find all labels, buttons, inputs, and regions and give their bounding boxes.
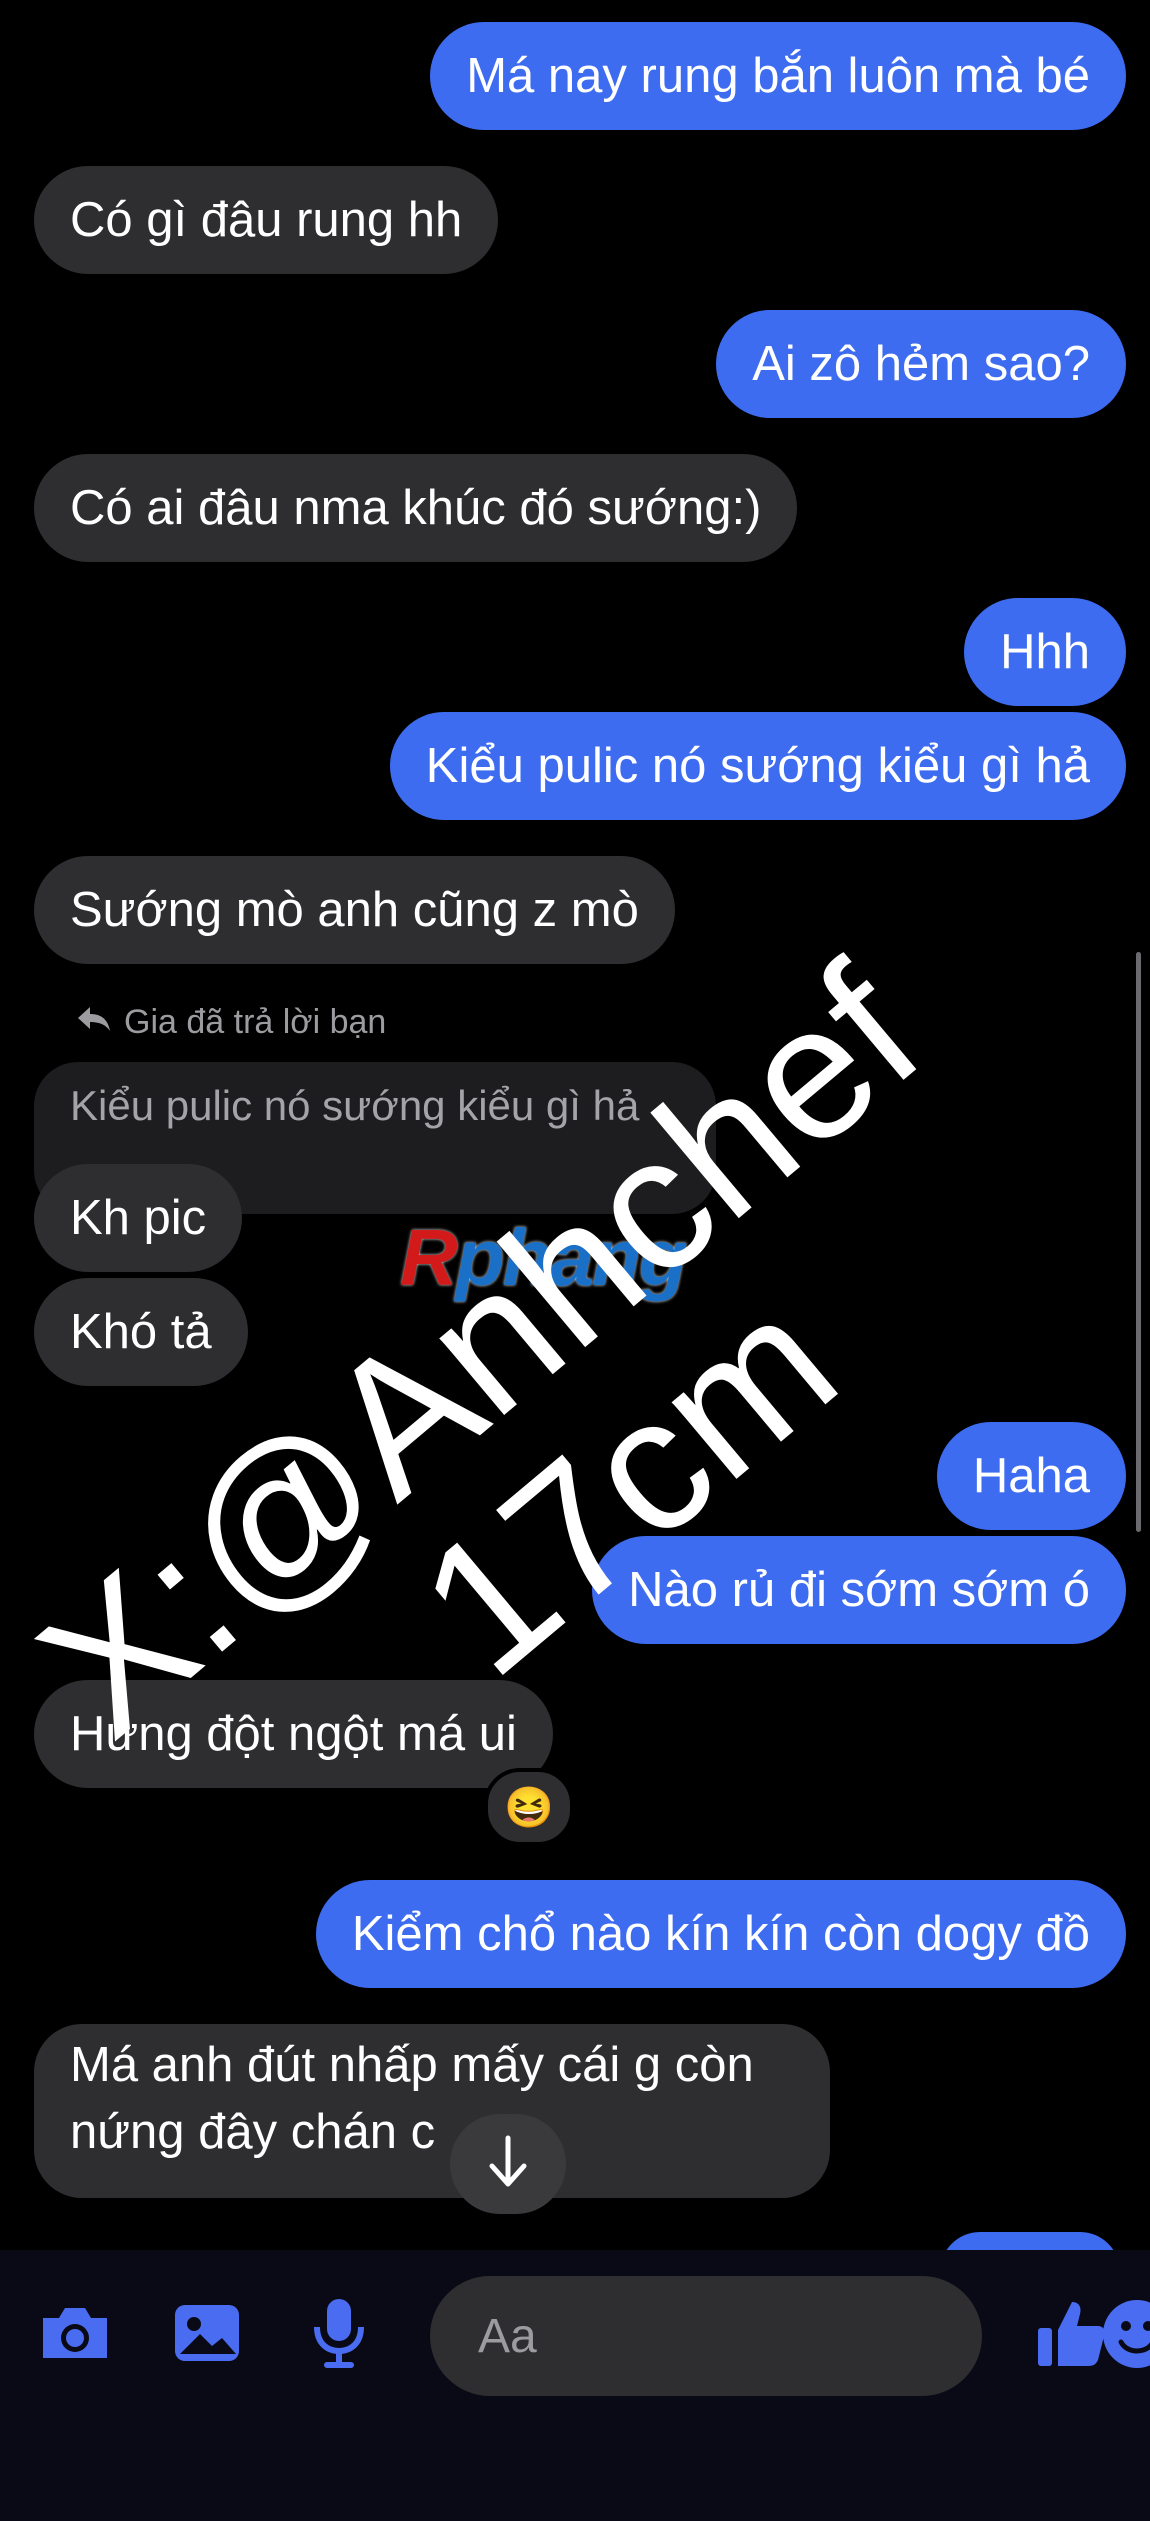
message-bubble-incoming[interactable]: Khó tả [34,1278,248,1386]
gallery-button[interactable] [162,2290,252,2380]
reply-indicator: Gia đã trả lời bạn [76,1003,386,1042]
message-thread[interactable]: Má nay rung bắn luôn mà bé Có gì đâu run… [0,0,1150,2250]
microphone-icon [311,2297,367,2374]
message-bubble-incoming[interactable]: Hứng đột ngột má ui [34,1680,553,1788]
message-bubble-outgoing[interactable]: Má nay rung bắn luôn mà bé [430,22,1126,130]
message-bubble-outgoing[interactable]: Haha [936,1422,1126,1530]
camera-icon [37,2302,113,2369]
message-input[interactable] [476,2307,1101,2365]
watermark-logo: Rphang [400,1213,688,1302]
message-bubble-outgoing[interactable]: Kiểm chổ nào kín kín còn dogy đồ [315,1880,1126,1988]
message-bubble-outgoing[interactable]: Kiểu pulic nó sướng kiểu gì hả [389,712,1126,820]
message-input-wrapper [430,2276,1150,2396]
message-bubble-incoming[interactable]: Sướng mò anh cũng z mò [34,856,675,964]
voice-button[interactable] [294,2290,384,2380]
message-bubble-incoming[interactable]: Có ai đâu nma khúc đó sướng:) [34,454,798,562]
message-bubble-incoming[interactable]: Má anh đút nhấp mấy cái g còn nứng đây c… [34,2024,830,2198]
like-button[interactable] [1026,2290,1116,2380]
camera-button[interactable] [30,2290,120,2380]
reply-arrow-icon [76,1003,112,1042]
reply-meta-text: Gia đã trả lời bạn [124,1003,387,1041]
message-bubble-outgoing-partial[interactable] [940,2232,1120,2250]
arrow-down-icon [484,2134,532,2195]
scrollbar[interactable] [1136,952,1141,1532]
composer-bar [0,2250,1150,2521]
message-bubble-incoming[interactable]: Có gì đâu rung hh [34,166,499,274]
scroll-to-bottom-button[interactable] [450,2114,566,2214]
reaction-badge[interactable]: 😆 [484,1768,574,1846]
message-bubble-outgoing[interactable]: Hhh [964,598,1126,706]
thumbs-up-icon [1034,2296,1108,2375]
message-bubble-outgoing[interactable]: Nào rủ đi sớm sớm ó [592,1536,1126,1644]
message-bubble-outgoing[interactable]: Ai zô hẻm sao? [716,310,1126,418]
message-bubble-incoming[interactable]: Kh pic [34,1164,243,1272]
image-icon [172,2302,242,2369]
